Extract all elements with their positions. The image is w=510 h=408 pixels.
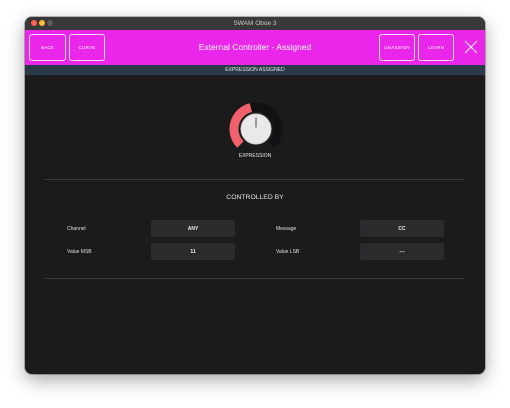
knob-label: EXPRESSION [238,153,272,159]
status-banner: EXPRESSION ASSIGNED [25,65,485,75]
back-button[interactable]: BACK [29,34,66,61]
value-lsb-label: Value LSB [276,249,300,255]
channel-value[interactable]: ANY [151,220,235,237]
value-lsb-value[interactable]: --- [360,243,444,260]
expression-knob[interactable] [228,101,284,157]
message-label: Message [276,226,297,232]
top-bar: BACK CURVE External Controller - Assigne… [25,30,485,65]
app-window: SWAM Oboe 3 BACK CURVE External Controll… [25,17,485,374]
value-msb-label: Value MSB [67,249,92,255]
window-title: SWAM Oboe 3 [233,20,277,27]
close-icon[interactable] [464,40,478,54]
section-title: CONTROLLED BY [226,194,284,201]
learn-button[interactable]: LEARN [418,34,454,61]
channel-label: Channel [67,226,86,232]
divider-bottom [45,278,465,279]
title-bar: SWAM Oboe 3 [25,17,485,31]
unassign-button[interactable]: UNASSIGN [379,34,415,61]
message-value[interactable]: CC [360,220,444,237]
curve-button[interactable]: CURVE [69,34,105,61]
page-title: External Controller - Assigned [198,42,312,52]
divider-top [45,179,465,180]
value-msb-value[interactable]: 11 [151,243,235,260]
